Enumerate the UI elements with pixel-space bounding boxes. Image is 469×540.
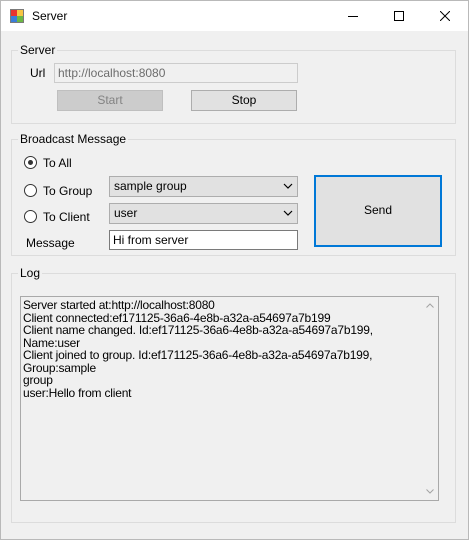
scroll-down-icon: [425, 489, 434, 494]
scroll-up-icon: [425, 303, 434, 308]
minimize-button[interactable]: [330, 1, 376, 31]
to-all-radio[interactable]: [24, 156, 37, 169]
minimize-icon: [348, 16, 358, 17]
to-all-label[interactable]: To All: [43, 156, 72, 170]
scroll-down-button[interactable]: [421, 483, 438, 500]
maximize-icon: [394, 11, 404, 21]
client-select-value: user: [114, 206, 138, 220]
log-line: Client joined to group. Id:ef171125-36a6…: [23, 348, 373, 375]
to-group-label[interactable]: To Group: [43, 184, 92, 198]
to-client-radio[interactable]: [24, 210, 37, 223]
maximize-button[interactable]: [376, 1, 422, 31]
scroll-up-button[interactable]: [421, 297, 438, 314]
radio-selected-dot: [28, 160, 33, 165]
broadcast-group-label: Broadcast Message: [18, 132, 129, 146]
message-input[interactable]: Hi from server: [109, 230, 298, 250]
message-label: Message: [26, 236, 75, 250]
window-title: Server: [32, 9, 68, 23]
chevron-down-icon: [283, 183, 293, 189]
log-scrollbar[interactable]: [421, 297, 438, 500]
app-form-icon: [10, 9, 24, 23]
stop-button[interactable]: Stop: [191, 90, 297, 111]
server-window: Server Server Url http://localhost:8080 …: [0, 0, 469, 540]
to-client-label[interactable]: To Client: [43, 210, 90, 224]
close-button[interactable]: [422, 1, 468, 31]
to-group-radio[interactable]: [24, 184, 37, 197]
log-line: Server started at:http://localhost:8080: [23, 298, 215, 312]
log-line: group: [23, 373, 53, 387]
log-text: Server started at:http://localhost:8080 …: [23, 299, 421, 399]
chevron-down-icon: [283, 210, 293, 216]
log-line: Client name changed. Id:ef171125-36a6-4e…: [23, 323, 373, 350]
client-select[interactable]: user: [109, 203, 298, 224]
url-label: Url: [30, 66, 46, 80]
group-select[interactable]: sample group: [109, 176, 298, 197]
group-select-value: sample group: [114, 179, 187, 193]
log-textarea[interactable]: Server started at:http://localhost:8080 …: [20, 296, 439, 501]
start-button[interactable]: Start: [57, 90, 163, 111]
title-bar[interactable]: Server: [1, 1, 468, 31]
url-field[interactable]: http://localhost:8080: [54, 63, 298, 83]
send-button[interactable]: Send: [314, 175, 442, 247]
close-icon: [440, 11, 450, 21]
server-group: Server: [11, 43, 456, 124]
server-group-label: Server: [18, 43, 58, 57]
log-line: user:Hello from client: [23, 385, 132, 400]
log-group-label: Log: [18, 266, 43, 280]
